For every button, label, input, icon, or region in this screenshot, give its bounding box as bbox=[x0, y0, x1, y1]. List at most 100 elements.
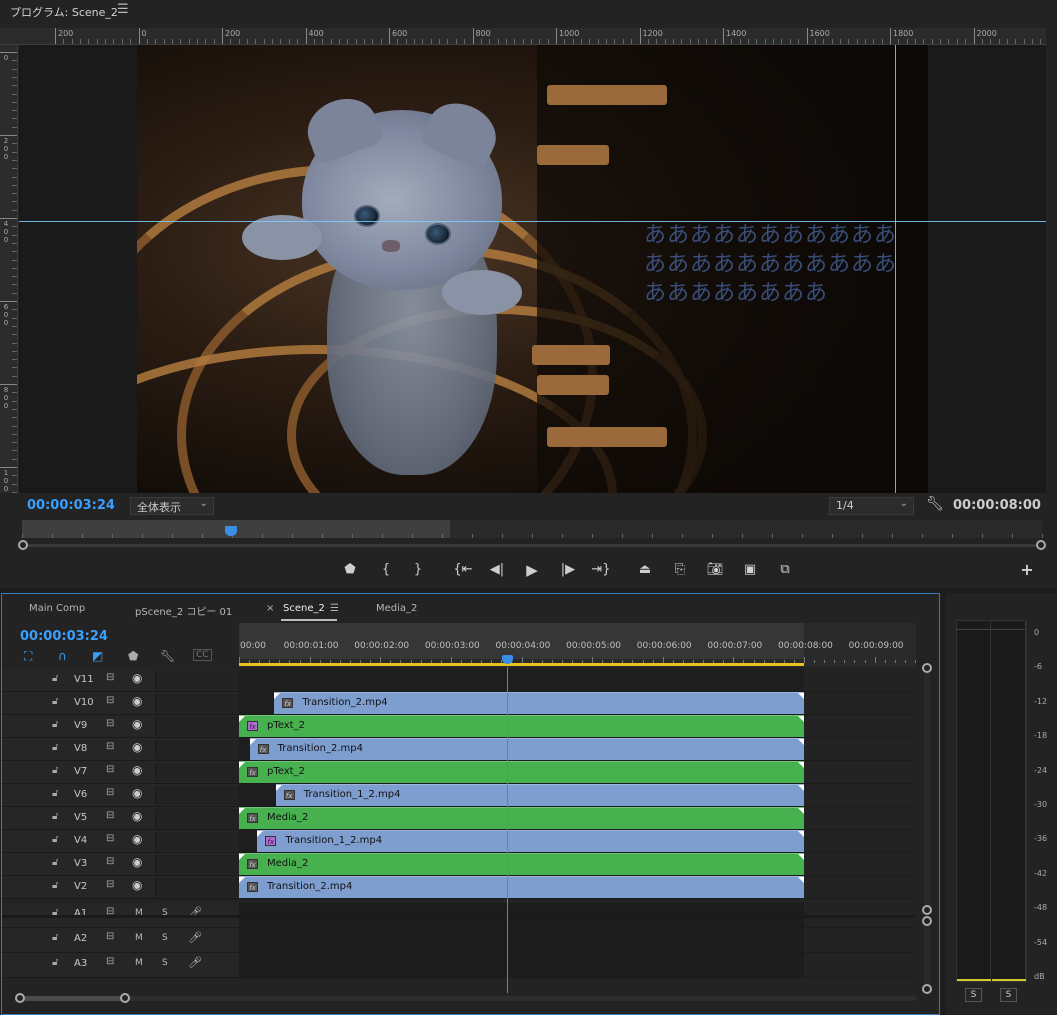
track-name[interactable]: V10 bbox=[74, 697, 94, 708]
zoom-handle-left[interactable] bbox=[18, 540, 28, 550]
extract-icon[interactable]: ⎘ bbox=[669, 560, 691, 580]
horizontal-ruler[interactable]: 200 0 200 400 600 800 1000 1200 1400 1600 1800 2000 bbox=[0, 28, 1046, 45]
tab-scene2[interactable]: Scene_2 bbox=[283, 603, 325, 614]
audio-lane-a3[interactable] bbox=[239, 953, 916, 978]
scroll-handle[interactable] bbox=[922, 984, 932, 994]
eye-icon[interactable]: ◉ bbox=[132, 740, 142, 754]
microphone-icon[interactable]: 🎤︎ bbox=[188, 931, 202, 944]
toggle-proxy-icon[interactable]: ⧉ bbox=[774, 560, 796, 580]
timeline-clip[interactable]: fx Transition_1_2.mp4 bbox=[275, 784, 804, 806]
track-name[interactable]: V6 bbox=[74, 789, 87, 800]
export-frame-icon[interactable]: 📷︎ bbox=[704, 560, 726, 580]
zoom-handle-right[interactable] bbox=[1036, 540, 1046, 550]
track-name[interactable]: V4 bbox=[74, 835, 87, 846]
panel-menu-icon[interactable]: ☰ bbox=[117, 2, 129, 17]
solo-button[interactable]: S bbox=[162, 933, 168, 943]
video-lane-v9[interactable]: fx pText_2 bbox=[239, 715, 916, 738]
timeline-clip[interactable]: fx Transition_2.mp4 bbox=[239, 876, 804, 898]
video-audio-divider[interactable] bbox=[2, 915, 916, 918]
lock-icon[interactable]: 🔓︎ bbox=[52, 742, 58, 753]
program-monitor-title[interactable]: プログラム: Scene_2 bbox=[10, 4, 118, 20]
video-lane-v3[interactable]: fx Media_2 bbox=[239, 853, 916, 876]
video-lane-v11[interactable] bbox=[239, 669, 916, 692]
settings-wrench-icon[interactable]: 🔧︎ bbox=[926, 496, 944, 512]
sync-lock-icon[interactable]: ⊟ bbox=[106, 931, 114, 942]
eye-icon[interactable]: ◉ bbox=[132, 763, 142, 777]
scrollbar-thumb[interactable] bbox=[18, 996, 126, 1001]
timeline-clip[interactable]: fx pText_2 bbox=[239, 715, 804, 737]
lock-icon[interactable]: 🔓︎ bbox=[52, 788, 58, 799]
program-canvas[interactable]: ああああああああああああああああああああああああああああああ bbox=[19, 45, 1046, 493]
eye-icon[interactable]: ◉ bbox=[132, 786, 142, 800]
sync-lock-icon[interactable]: ⊟ bbox=[106, 741, 114, 752]
video-lane-v5[interactable]: fx Media_2 bbox=[239, 807, 916, 830]
add-button-icon[interactable]: + bbox=[1016, 560, 1038, 580]
marker-icon[interactable]: ⬟ bbox=[339, 560, 361, 580]
wrench-icon[interactable]: 🔧︎ bbox=[160, 649, 175, 663]
track-name[interactable]: V7 bbox=[74, 766, 87, 777]
eye-icon[interactable]: ◉ bbox=[132, 694, 142, 708]
track-name[interactable]: V9 bbox=[74, 720, 87, 731]
sync-lock-icon[interactable]: ⊟ bbox=[106, 718, 114, 729]
mute-button[interactable]: M bbox=[135, 933, 143, 943]
timeline-clip[interactable]: fx Media_2 bbox=[239, 853, 804, 875]
lift-icon[interactable]: ⏏ bbox=[634, 560, 656, 580]
close-tab-icon[interactable]: × bbox=[266, 603, 274, 614]
monitor-zoom-scrollbar[interactable] bbox=[18, 540, 1046, 550]
tab-pscene2-copy[interactable]: pScene_2 コピー 01 bbox=[135, 603, 232, 618]
nest-sequence-icon[interactable]: ⛶ bbox=[24, 649, 32, 664]
lock-icon[interactable]: 🔓︎ bbox=[52, 932, 58, 943]
scroll-handle[interactable] bbox=[922, 916, 932, 926]
lock-icon[interactable]: 🔓︎ bbox=[52, 834, 58, 845]
work-area-bar[interactable] bbox=[239, 663, 804, 666]
video-lane-v4[interactable]: fx Transition_1_2.mp4 bbox=[239, 830, 916, 853]
timeline-clip[interactable]: fx pText_2 bbox=[239, 761, 804, 783]
timeline-clip[interactable]: fx Transition_2.mp4 bbox=[274, 692, 804, 714]
timeline-playhead-line[interactable] bbox=[507, 667, 509, 993]
add-marker-icon[interactable]: ⬟ bbox=[128, 649, 138, 663]
eye-icon[interactable]: ◉ bbox=[132, 671, 142, 685]
audio-tracks-scrollbar[interactable] bbox=[922, 916, 932, 994]
track-name[interactable]: A2 bbox=[74, 933, 87, 944]
sync-lock-icon[interactable]: ⊟ bbox=[106, 695, 114, 706]
track-name[interactable]: A3 bbox=[74, 958, 87, 969]
timeline-clip[interactable]: fx Transition_2.mp4 bbox=[249, 738, 804, 760]
track-name[interactable]: V3 bbox=[74, 858, 87, 869]
lock-icon[interactable]: 🔓︎ bbox=[52, 811, 58, 822]
scroll-handle[interactable] bbox=[922, 905, 932, 915]
eye-icon[interactable]: ◉ bbox=[132, 809, 142, 823]
eye-icon[interactable]: ◉ bbox=[132, 878, 142, 892]
scroll-handle[interactable] bbox=[922, 663, 932, 673]
lock-icon[interactable]: 🔓︎ bbox=[52, 673, 58, 684]
audio-lane-a2[interactable] bbox=[239, 928, 916, 953]
tab-main-comp[interactable]: Main Comp bbox=[29, 603, 85, 614]
captions-icon[interactable]: CC bbox=[193, 649, 212, 661]
comparison-view-icon[interactable]: ▣ bbox=[739, 560, 761, 580]
sync-lock-icon[interactable]: ⊟ bbox=[106, 879, 114, 890]
step-forward-icon[interactable]: |▶ bbox=[557, 560, 579, 580]
lock-icon[interactable]: 🔓︎ bbox=[52, 880, 58, 891]
solo-left-button[interactable]: S bbox=[965, 988, 982, 1002]
tab-menu-icon[interactable]: ☰ bbox=[330, 603, 339, 614]
track-name[interactable]: V5 bbox=[74, 812, 87, 823]
horizontal-guide[interactable] bbox=[19, 221, 1046, 222]
mark-out-icon[interactable]: } bbox=[407, 560, 429, 580]
lock-icon[interactable]: 🔓︎ bbox=[52, 957, 58, 968]
video-lane-v6[interactable]: fx Transition_1_2.mp4 bbox=[239, 784, 916, 807]
video-tracks-scrollbar[interactable] bbox=[922, 663, 932, 915]
sync-lock-icon[interactable]: ⊟ bbox=[106, 856, 114, 867]
step-back-icon[interactable]: ◀| bbox=[486, 560, 508, 580]
playhead-timecode[interactable]: 00:00:03:24 bbox=[27, 498, 115, 513]
microphone-icon[interactable]: 🎤︎ bbox=[188, 956, 202, 969]
zoom-handle-left[interactable] bbox=[15, 993, 25, 1003]
go-to-out-icon[interactable]: ⇥} bbox=[590, 560, 612, 580]
eye-icon[interactable]: ◉ bbox=[132, 832, 142, 846]
zoom-level-select[interactable]: 全体表示 ⌄ bbox=[130, 497, 214, 515]
sync-lock-icon[interactable]: ⊟ bbox=[106, 764, 114, 775]
vertical-ruler[interactable]: 0 2 0 0 4 0 0 6 0 0 8 0 0 1 0 0 0 bbox=[0, 45, 18, 493]
track-name[interactable]: V8 bbox=[74, 743, 87, 754]
play-icon[interactable]: ▶ bbox=[521, 560, 543, 580]
tab-media2[interactable]: Media_2 bbox=[376, 603, 417, 614]
sync-lock-icon[interactable]: ⊟ bbox=[106, 810, 114, 821]
track-name[interactable]: V11 bbox=[74, 674, 94, 685]
